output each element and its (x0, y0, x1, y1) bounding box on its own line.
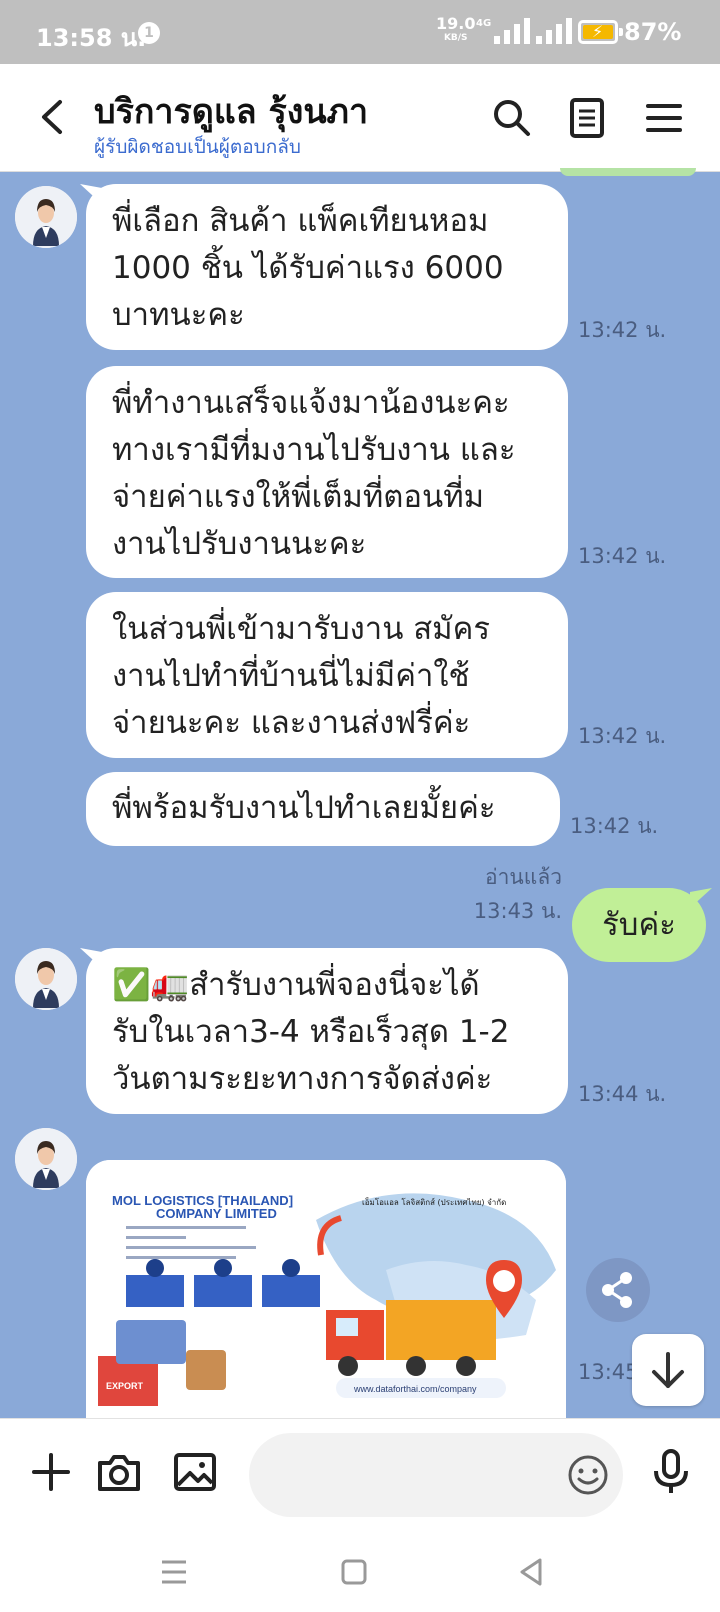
chat-header: บริการดูแล รุ้งนภา ผู้รับผิดชอบเป็นผู้ตอ… (0, 64, 720, 176)
message-timestamp: 13:42 น. (578, 318, 667, 342)
message-bubble[interactable]: พี่เลือก สินค้า แพ็คเทียนหอม 1000 ชิ้น ไ… (86, 184, 568, 350)
share-button[interactable] (586, 1258, 650, 1322)
status-time: 13:58 น. (36, 24, 147, 52)
message-input-bar (0, 1418, 720, 1530)
microphone-icon[interactable] (646, 1447, 696, 1497)
system-navigation-bar (0, 1530, 720, 1612)
person-avatar-icon (15, 948, 77, 1010)
avatar[interactable] (15, 186, 77, 248)
poster-company-line2: COMPANY LIMITED (156, 1206, 277, 1221)
chat-area[interactable]: พี่เลือก สินค้า แพ็คเทียนหอม 1000 ชิ้น ไ… (0, 172, 720, 1418)
arrow-down-icon (652, 1352, 684, 1388)
network-speed: 19.0 KB/S (436, 16, 475, 46)
chat-subtitle[interactable]: ผู้รับผิดชอบเป็นผู้ตอบกลับ (94, 132, 301, 162)
message-text-line: งานไปทำที่บ้านนี่ไม่มีค่าใช้ (112, 658, 470, 694)
message-bubble[interactable]: ✅🚛สำรับงานพี่จองนี่จะได้ รับในเวลา3-4 หร… (86, 948, 568, 1114)
message-text-line: งานไปรับงานนะคะ (112, 526, 367, 562)
read-receipt: อ่านแล้ว 13:43 น. (440, 860, 562, 928)
message-text-line: ทางเรามีที่มงานไปรับงาน และ (112, 432, 516, 468)
scroll-down-button[interactable] (632, 1334, 704, 1406)
message-timestamp: 13:42 น. (578, 544, 667, 568)
logistics-poster-image: MOL LOGISTICS [THAILAND] COMPANY LIMITED… (86, 1160, 566, 1418)
message-text-line: บาทนะคะ (112, 297, 245, 333)
chevron-left-icon[interactable] (30, 92, 80, 142)
message-bubble[interactable]: ในส่วนพี่เข้ามารับงาน สมัคร งานไปทำที่บ้… (86, 592, 568, 758)
plus-icon[interactable] (26, 1447, 76, 1497)
poster-url: www.dataforthai.com/company (353, 1384, 477, 1394)
avatar[interactable] (15, 948, 77, 1010)
message-timestamp: 13:42 น. (570, 814, 659, 838)
message-text-line: 1000 ชิ้น ได้รับค่าแรง 6000 (112, 250, 504, 286)
share-icon (602, 1272, 632, 1308)
network-speed-unit: KB/S (443, 33, 468, 43)
message-text-line: พี่พร้อมรับงานไปทำเลยมั้ยค่ะ (112, 790, 496, 826)
message-timestamp: 13:44 น. (578, 1082, 667, 1106)
person-avatar-icon (15, 186, 77, 248)
battery-percent: 87% (624, 18, 682, 46)
signal-icon (494, 18, 530, 44)
message-text-line: รับในเวลา3-4 หรือเร็วสุด 1-2 (112, 1014, 510, 1050)
message-bubble[interactable]: พี่พร้อมรับงานไปทำเลยมั้ยค่ะ (86, 772, 560, 846)
message-text-line: ในส่วนพี่เข้ามารับงาน สมัคร (112, 611, 490, 647)
poster-thai-company-name: เอ็มโอแอล โลจิสติกส์ (ประเทศไทย) จำกัด (362, 1197, 506, 1207)
avatar[interactable] (15, 1128, 77, 1190)
chat-title: บริการดูแล รุ้งนภา (94, 92, 369, 132)
message-text-line: พี่เลือก สินค้า แพ็คเทียนหอม (112, 203, 489, 239)
battery-icon: ⚡ (578, 20, 623, 44)
network-type: 4G (476, 18, 492, 29)
back-triangle-icon[interactable] (512, 1552, 552, 1592)
image-icon[interactable] (170, 1447, 220, 1497)
notes-icon[interactable] (563, 94, 611, 142)
message-timestamp: 13:43 น. (473, 899, 562, 923)
read-label: อ่านแล้ว (485, 865, 562, 889)
message-text-line: พี่ทำงานเสร็จแจ้งมาน้องนะคะ (112, 385, 510, 421)
notification-count-badge: 1 (138, 22, 160, 44)
message-bubble[interactable]: พี่ทำงานเสร็จแจ้งมาน้องนะคะ ทางเรามีที่ม… (86, 366, 568, 578)
emoji-icon[interactable] (566, 1453, 610, 1497)
status-bar: 13:58 น. 1 19.0 KB/S 4G ⚡ 87% (0, 0, 720, 64)
message-text-line: จ่ายค่าแรงให้พี่เต็มที่ตอนที่ม (112, 479, 485, 515)
signal-icon (536, 18, 572, 44)
message-timestamp: 13:42 น. (578, 724, 667, 748)
poster-box-label: EXPORT (106, 1381, 144, 1391)
my-message-bubble[interactable]: รับค่ะ (572, 888, 706, 962)
message-text-line: จ่ายนะคะ และงานส่งฟรี่ค่ะ (112, 705, 471, 741)
recent-apps-icon[interactable] (154, 1552, 194, 1592)
image-message[interactable]: MOL LOGISTICS [THAILAND] COMPANY LIMITED… (86, 1160, 566, 1418)
message-text-line: ✅🚛สำรับงานพี่จองนี่จะได้ (112, 967, 480, 1003)
hamburger-menu-icon[interactable] (640, 94, 688, 142)
person-avatar-icon (15, 1128, 77, 1190)
home-icon[interactable] (334, 1552, 374, 1592)
message-text-line: วันตามระยะทางการจัดส่งค่ะ (112, 1061, 493, 1097)
search-icon[interactable] (488, 94, 536, 142)
camera-icon[interactable] (94, 1447, 144, 1497)
